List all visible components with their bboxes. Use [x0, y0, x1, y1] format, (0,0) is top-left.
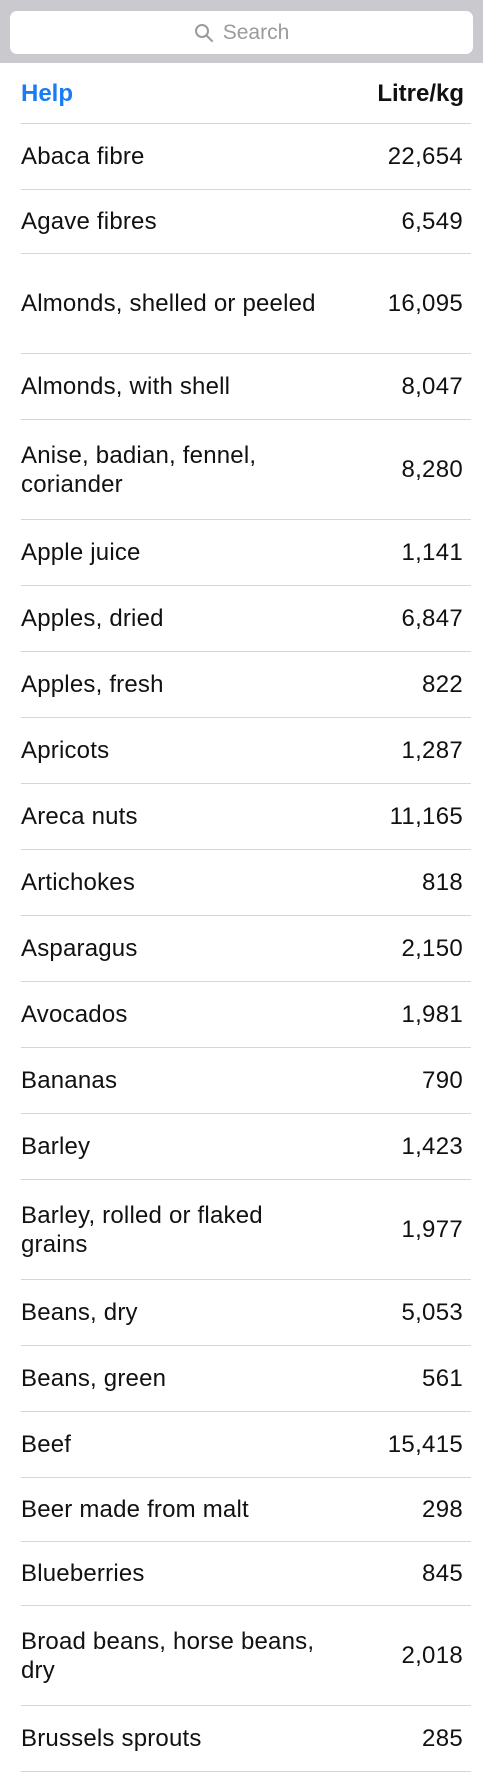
- item-name: Apples, fresh: [21, 671, 164, 698]
- item-name: Apricots: [21, 737, 110, 764]
- table-row[interactable]: Almonds, shelled or peeled 16,095: [21, 254, 471, 354]
- search-icon: [194, 23, 213, 42]
- item-name: Almonds, with shell: [21, 373, 231, 400]
- item-value: 5,053: [401, 1298, 463, 1326]
- item-name: Asparagus: [21, 935, 138, 962]
- table-row[interactable]: Brussels sprouts 285: [21, 1706, 471, 1772]
- item-value: 2,018: [401, 1641, 463, 1669]
- table-row[interactable]: Artichokes 818: [21, 850, 471, 916]
- item-value: 6,549: [401, 207, 463, 235]
- table-row[interactable]: Abaca fibre 22,654: [21, 124, 471, 190]
- item-name: Beef: [21, 1431, 72, 1458]
- table-row[interactable]: Barley 1,423: [21, 1114, 471, 1180]
- item-name: Artichokes: [21, 869, 136, 896]
- item-value: 1,977: [401, 1215, 463, 1243]
- item-name: Barley: [21, 1133, 91, 1160]
- item-name: Bananas: [21, 1067, 118, 1094]
- search-bar: Search: [0, 0, 483, 63]
- table-row[interactable]: Broad beans, horse beans, dry 2,018: [21, 1606, 471, 1706]
- table-row[interactable]: Beef 15,415: [21, 1412, 471, 1478]
- item-name: Beer made from malt: [21, 1496, 249, 1523]
- water-footprint-table: Help Litre/kg Abaca fibre 22,654 Agave f…: [0, 63, 483, 1772]
- table-row[interactable]: Areca nuts 11,165: [21, 784, 471, 850]
- table-row[interactable]: Barley, rolled or flaked grains 1,977: [21, 1180, 471, 1280]
- item-name: Avocados: [21, 1001, 128, 1028]
- table-row[interactable]: Anise, badian, fennel, coriander 8,280: [21, 420, 471, 520]
- item-value: 8,280: [401, 455, 463, 483]
- table-row[interactable]: Almonds, with shell 8,047: [21, 354, 471, 420]
- item-name: Beans, green: [21, 1365, 167, 1392]
- table-row[interactable]: Bananas 790: [21, 1048, 471, 1114]
- item-value: 818: [422, 868, 463, 896]
- table-row[interactable]: Beans, dry 5,053: [21, 1280, 471, 1346]
- item-value: 845: [422, 1559, 463, 1587]
- item-name: Agave fibres: [21, 208, 157, 235]
- item-value: 6,847: [401, 604, 463, 632]
- table-row[interactable]: Apricots 1,287: [21, 718, 471, 784]
- unit-column-header: Litre/kg: [377, 80, 464, 107]
- item-value: 11,165: [389, 802, 463, 830]
- item-name: Apple juice: [21, 539, 141, 566]
- item-name: Brussels sprouts: [21, 1725, 202, 1752]
- item-value: 2,150: [401, 934, 463, 962]
- table-row[interactable]: Blueberries 845: [21, 1542, 471, 1606]
- item-value: 1,287: [401, 736, 463, 764]
- item-name: Almonds, shelled or peeled: [21, 290, 316, 317]
- item-value: 822: [422, 670, 463, 698]
- item-name: Broad beans, horse beans, dry: [21, 1627, 315, 1684]
- table-header: Help Litre/kg: [21, 63, 471, 124]
- item-value: 285: [422, 1724, 463, 1752]
- item-name: Blueberries: [21, 1560, 145, 1587]
- search-placeholder: Search: [222, 20, 290, 44]
- item-value: 1,981: [401, 1000, 463, 1028]
- item-value: 8,047: [401, 372, 463, 400]
- item-value: 16,095: [387, 289, 463, 317]
- table-row[interactable]: Apples, dried 6,847: [21, 586, 471, 652]
- table-row[interactable]: Asparagus 2,150: [21, 916, 471, 982]
- item-value: 790: [422, 1066, 463, 1094]
- item-value: 22,654: [387, 142, 463, 170]
- search-input[interactable]: Search: [10, 11, 473, 54]
- item-name: Beans, dry: [21, 1299, 138, 1326]
- item-value: 1,423: [401, 1132, 463, 1160]
- table-row[interactable]: Apple juice 1,141: [21, 520, 471, 586]
- table-row[interactable]: Avocados 1,981: [21, 982, 471, 1048]
- item-value: 1,141: [401, 538, 463, 566]
- item-name: Apples, dried: [21, 605, 164, 632]
- item-name: Areca nuts: [21, 803, 138, 830]
- item-name: Abaca fibre: [21, 143, 145, 170]
- item-value: 561: [422, 1364, 463, 1392]
- item-name: Barley, rolled or flaked grains: [21, 1201, 263, 1258]
- help-link[interactable]: Help: [21, 80, 73, 108]
- table-row[interactable]: Apples, fresh 822: [21, 652, 471, 718]
- item-name: Anise, badian, fennel, coriander: [21, 441, 257, 498]
- table-row[interactable]: Beer made from malt 298: [21, 1478, 471, 1542]
- item-value: 298: [422, 1495, 463, 1523]
- table-row[interactable]: Beans, green 561: [21, 1346, 471, 1412]
- table-row[interactable]: Agave fibres 6,549: [21, 190, 471, 254]
- item-value: 15,415: [387, 1430, 463, 1458]
